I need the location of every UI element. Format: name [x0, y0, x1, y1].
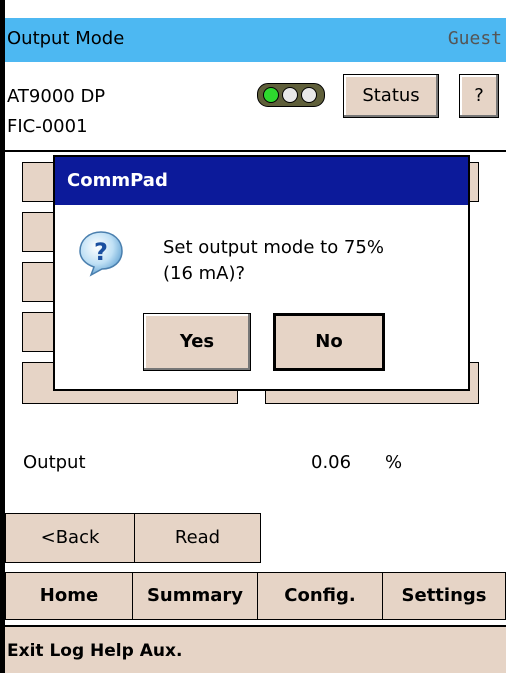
title-bar: Output Mode Guest — [5, 18, 506, 62]
dialog-title: CommPad — [67, 170, 168, 191]
output-value: 0.06 — [311, 452, 352, 473]
dialog-message-line1: Set output mode to 75% — [163, 237, 384, 258]
dialog-message: Set output mode to 75% (16 mA)? — [163, 235, 463, 287]
confirm-dialog: CommPad ? Set output mode to 75% (16 mA)… — [53, 155, 470, 391]
no-button[interactable]: No — [273, 313, 385, 371]
green-light-icon — [263, 87, 279, 103]
device-tag: FIC-0001 — [7, 116, 88, 137]
app-screen: Output Mode Guest AT9000 DP FIC-0001 Sta… — [5, 0, 506, 673]
svg-text:?: ? — [94, 238, 108, 266]
tab-home[interactable]: Home — [5, 572, 133, 620]
menu-items[interactable]: Exit Log Help Aux. — [7, 641, 182, 661]
page-title: Output Mode — [7, 28, 125, 49]
tab-settings[interactable]: Settings — [382, 572, 506, 620]
help-button[interactable]: ? — [459, 74, 499, 118]
tab-summary[interactable]: Summary — [132, 572, 258, 620]
read-button[interactable]: Read — [134, 513, 261, 563]
question-icon: ? — [79, 231, 123, 277]
dialog-title-bar: CommPad — [55, 157, 468, 205]
dialog-message-line2: (16 mA)? — [163, 263, 246, 284]
traffic-light-icon — [257, 83, 325, 107]
user-label: Guest — [447, 28, 502, 49]
tab-config[interactable]: Config. — [257, 572, 383, 620]
red-light-icon — [301, 87, 317, 103]
menu-bar: Exit Log Help Aux. — [5, 625, 506, 673]
output-label: Output — [23, 452, 86, 473]
yellow-light-icon — [282, 87, 298, 103]
back-button[interactable]: <Back — [5, 513, 135, 563]
status-button[interactable]: Status — [343, 74, 439, 118]
header-divider — [5, 150, 506, 152]
yes-button[interactable]: Yes — [143, 313, 251, 371]
output-unit: % — [385, 452, 403, 473]
device-model: AT9000 DP — [7, 86, 106, 107]
